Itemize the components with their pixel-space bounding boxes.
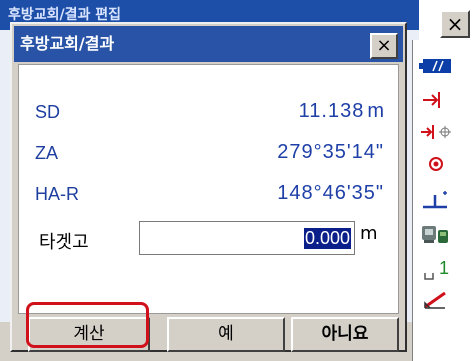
target-arrow-icon[interactable] — [419, 88, 453, 112]
no-button[interactable]: 아니요 — [291, 317, 399, 352]
face-indicator-icon: 1 — [419, 258, 453, 284]
ha-r-label: HA-R — [35, 184, 79, 204]
target-height-value: 0.000 — [303, 227, 351, 249]
dialog-close-button[interactable]: × — [370, 33, 398, 59]
sd-value: 11.138 m — [298, 100, 384, 122]
face-number: 1 — [439, 258, 450, 278]
instrument-comm-icon[interactable] — [419, 222, 453, 246]
tilt-icon[interactable] — [419, 188, 453, 212]
status-icon-strip: 1 — [412, 40, 475, 361]
dialog-body: SD 11.138 m ZA 279°35'14" HA-R 148°46'35"… — [18, 64, 399, 314]
za-label: ZA — [35, 143, 59, 163]
target-height-input[interactable]: 0.000 — [139, 221, 355, 255]
ha-r-value: 148°46'35" — [277, 182, 384, 204]
sd-label: SD — [35, 102, 61, 122]
battery-icon[interactable] — [419, 54, 453, 78]
za-value: 279°35'14" — [277, 141, 384, 163]
edit-pencil-icon[interactable] — [419, 288, 453, 312]
calculate-button[interactable]: 계산 — [28, 317, 150, 352]
background-close-button[interactable]: × — [440, 10, 470, 38]
dialog-title: 후방교회/결과 — [20, 34, 115, 53]
target-height-unit: m — [360, 223, 378, 244]
result-dialog: 후방교회/결과 × SD 11.138 m ZA 279°35'14" HA-R … — [10, 22, 407, 352]
prism-icon[interactable] — [419, 152, 453, 176]
target-crosshair-icon[interactable] — [419, 120, 453, 144]
yes-button[interactable]: 예 — [167, 317, 285, 352]
target-height-label: 타겟고 — [39, 232, 89, 253]
dialog-titlebar: 후방교회/결과 × — [14, 26, 403, 62]
